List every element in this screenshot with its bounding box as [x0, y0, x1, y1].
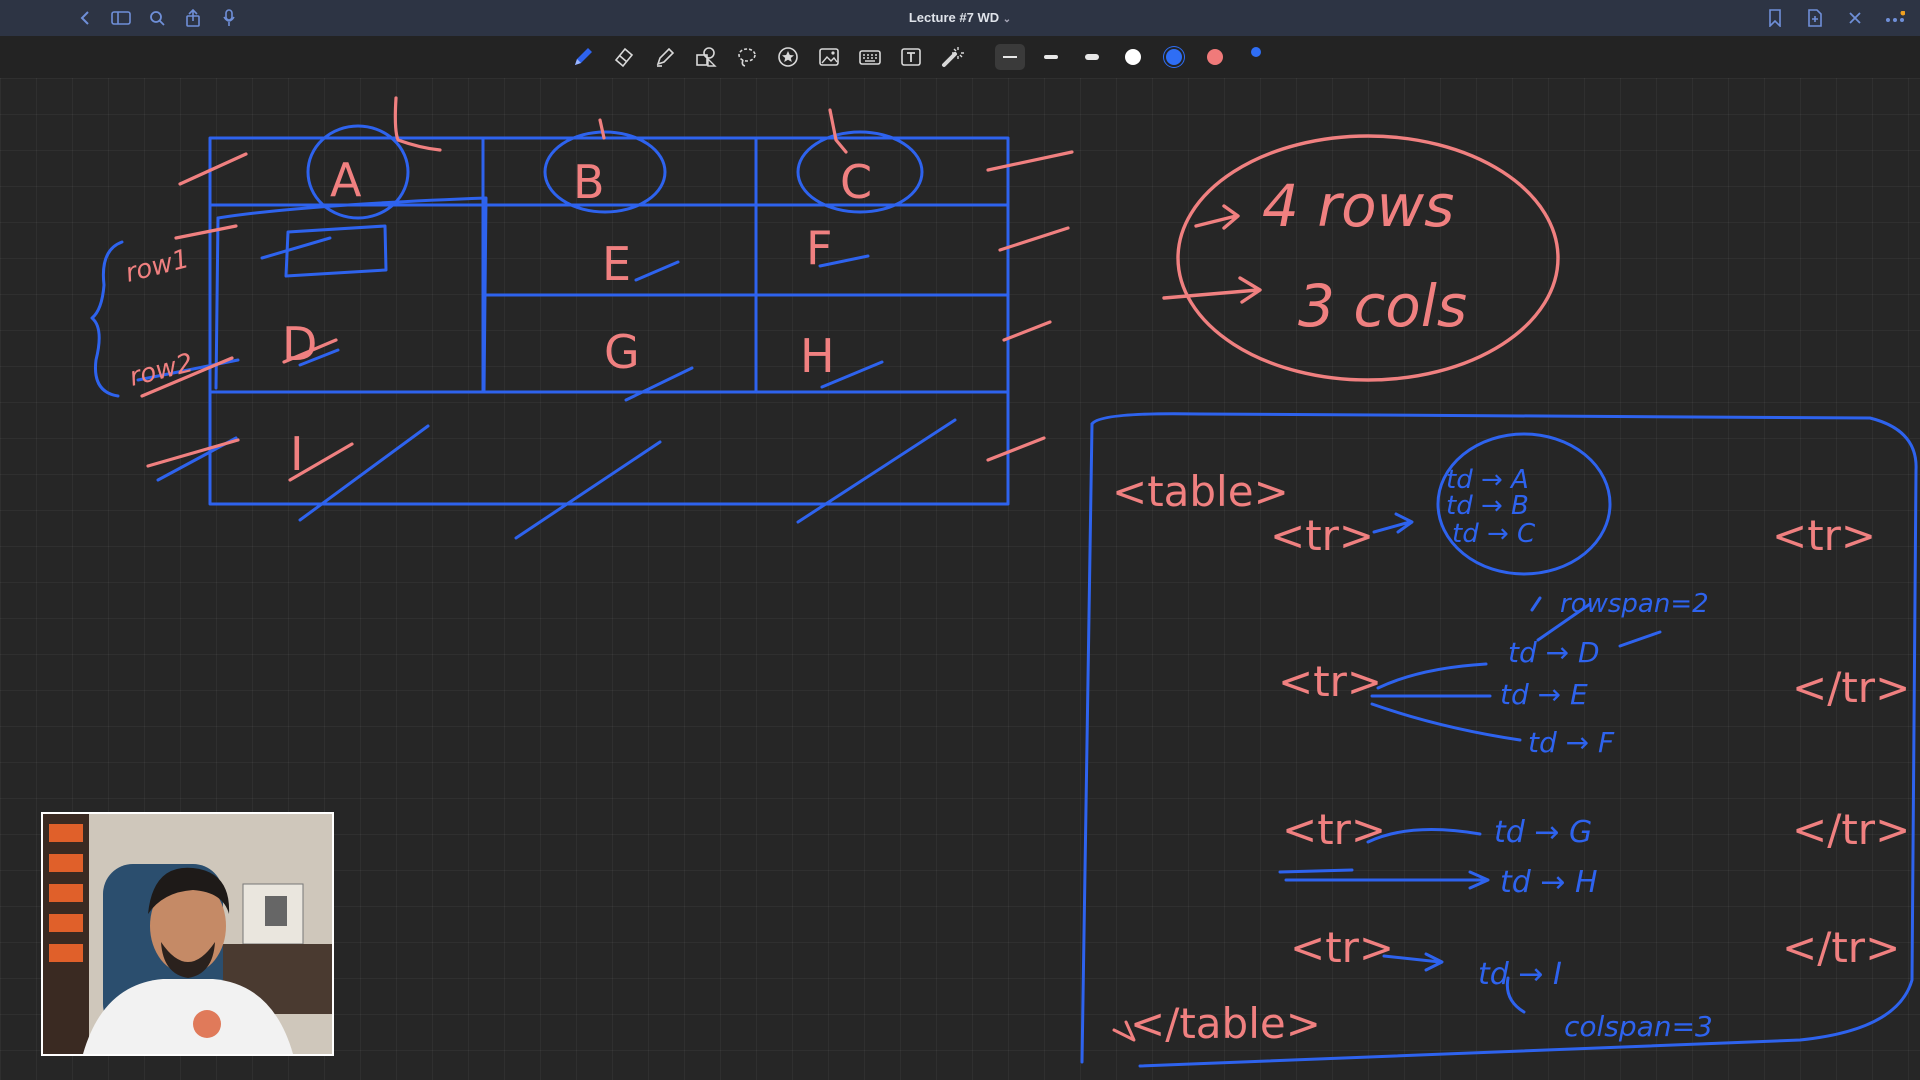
row3-td-g: td → G: [1494, 815, 1592, 850]
header-b-label: B: [573, 155, 605, 209]
row2-td-f: td → F: [1528, 726, 1615, 759]
row3-td-h: td → H: [1500, 865, 1598, 900]
summary-cols-label: 3 cols: [1298, 272, 1467, 340]
tr-close-tag-2: </tr>: [1792, 663, 1910, 712]
cell-d-label: D: [282, 317, 317, 371]
summary-rows-label: 4 rows: [1262, 172, 1454, 240]
cell-f-label: F: [806, 221, 832, 275]
summary-text: 4 rows 3 cols: [1262, 172, 1467, 340]
colspan-note: colspan=3: [1564, 1010, 1713, 1043]
rowspan-note: rowspan=2: [1560, 589, 1709, 619]
code-cells: td → A td → B td → C rowspan=2 td → D td…: [1446, 465, 1713, 1043]
tr-open-tag-3: <tr>: [1282, 805, 1386, 854]
cell-h-label: H: [800, 329, 835, 383]
presenter-video-frame: [43, 814, 332, 1054]
row4-td-i: td → I: [1478, 957, 1562, 992]
row-notes: row1 row2: [122, 244, 196, 393]
tr-open-tag-right: <tr>: [1772, 511, 1876, 560]
row1-td-b: td → B: [1446, 491, 1529, 521]
row2-td-e: td → E: [1500, 678, 1588, 711]
row1-td-c: td → C: [1452, 519, 1536, 549]
tr-close-tag-3: </tr>: [1792, 805, 1910, 854]
row2-td-d: td → D: [1508, 636, 1600, 669]
table-open-tag: <table>: [1112, 467, 1289, 516]
cell-i-label: I: [290, 427, 304, 481]
table-close-tag: </table>: [1130, 999, 1321, 1048]
tr-close-tag-4: </tr>: [1782, 923, 1900, 972]
row1-note: row1: [122, 244, 192, 289]
header-a-label: A: [330, 153, 362, 207]
row2-note: row2: [126, 348, 196, 393]
tr-open-tag-2: <tr>: [1278, 657, 1382, 706]
cell-e-label: E: [602, 237, 631, 291]
tr-open-tag-4: <tr>: [1290, 923, 1394, 972]
presenter-webcam: [41, 812, 334, 1056]
cell-g-label: G: [604, 325, 640, 379]
tr-open-tag-1: <tr>: [1270, 511, 1374, 560]
header-c-label: C: [840, 155, 872, 209]
